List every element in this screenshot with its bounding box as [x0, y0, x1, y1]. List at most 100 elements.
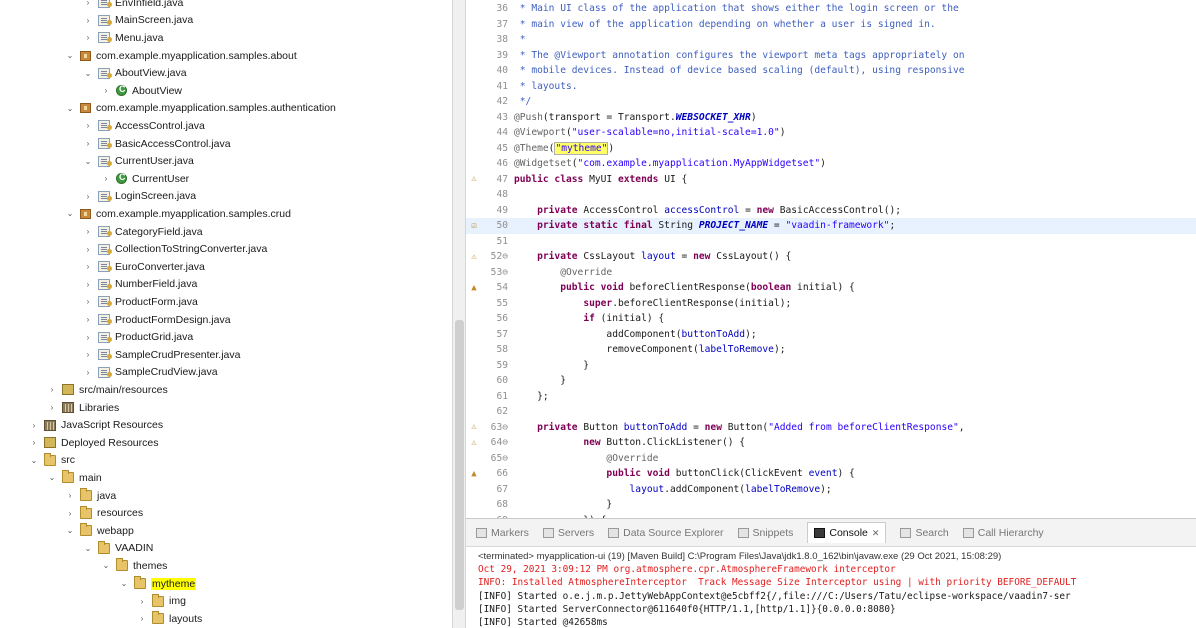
chevron-right-icon[interactable]: › — [82, 262, 94, 271]
chevron-right-icon[interactable]: › — [28, 421, 40, 430]
tree-item[interactable]: ⌄ com.example.myapplication.samples.authe… — [64, 100, 336, 118]
code-line[interactable]: 38 * — [466, 32, 1196, 48]
tree-item[interactable]: ⌄ main — [46, 469, 102, 487]
chevron-right-icon[interactable]: › — [82, 33, 94, 42]
tree-item[interactable]: › ProductForm.java — [82, 293, 198, 311]
tree-item[interactable]: › NumberField.java — [82, 276, 198, 294]
tree-item[interactable]: › SampleCrudView.java — [82, 364, 218, 382]
chevron-right-icon[interactable]: › — [28, 438, 40, 447]
tree-item[interactable]: › Menu.java — [82, 29, 164, 47]
chevron-right-icon[interactable]: › — [82, 315, 94, 324]
chevron-down-icon[interactable]: ⌄ — [82, 157, 94, 166]
chevron-down-icon[interactable]: ⌄ — [64, 104, 76, 113]
code-line[interactable]: 43 @Push(transport = Transport.WEBSOCKET_… — [466, 110, 1196, 126]
chevron-right-icon[interactable]: › — [46, 403, 58, 412]
warning-marker-icon[interactable]: ⚠ — [466, 438, 482, 448]
chevron-down-icon[interactable]: ⌄ — [64, 51, 76, 60]
tab-console[interactable]: Console ✕ — [807, 522, 887, 543]
warning-marker-icon[interactable]: ▲ — [466, 283, 482, 293]
code-line[interactable]: 60 } — [466, 373, 1196, 389]
chevron-right-icon[interactable]: › — [82, 16, 94, 25]
code-editor[interactable]: 36 * Main UI class of the application th… — [466, 0, 1196, 518]
chevron-down-icon[interactable]: ⌄ — [100, 561, 112, 570]
warning-marker-icon[interactable]: ⚠ — [466, 174, 482, 184]
tree-item[interactable]: › Libraries — [46, 399, 120, 417]
warning-marker-icon[interactable]: ⚠ — [466, 252, 482, 262]
chevron-down-icon[interactable]: ⌄ — [46, 473, 58, 482]
chevron-down-icon[interactable]: ⌄ — [28, 456, 40, 465]
tree-item[interactable]: › CurrentUser — [100, 170, 190, 188]
tree-item[interactable]: › LoginScreen.java — [82, 188, 196, 206]
tree-item[interactable]: ⌄ src — [28, 452, 75, 470]
chevron-right-icon[interactable]: › — [100, 86, 112, 95]
chevron-right-icon[interactable]: › — [82, 280, 94, 289]
code-line[interactable]: 39 * The @Viewport annotation configures… — [466, 48, 1196, 64]
code-line[interactable]: 53⊖ @Override — [466, 265, 1196, 281]
code-line[interactable]: 40 * mobile devices. Instead of device b… — [466, 63, 1196, 79]
code-line[interactable]: 55 super.beforeClientResponse(initial); — [466, 296, 1196, 312]
code-line[interactable]: 44 @Viewport("user-scalable=no,initial-sc… — [466, 125, 1196, 141]
chevron-right-icon[interactable]: › — [82, 368, 94, 377]
code-line[interactable]: 37 * main view of the application depend… — [466, 17, 1196, 33]
code-line[interactable]: 57 addComponent(buttonToAdd); — [466, 327, 1196, 343]
tree-item[interactable]: › EnvInfield.java — [82, 0, 183, 12]
chevron-down-icon[interactable]: ⌄ — [64, 526, 76, 535]
tree-item[interactable]: › AccessControl.java — [82, 117, 205, 135]
warning-marker-icon[interactable]: ⚠ — [466, 422, 482, 432]
code-line[interactable]: 42 */ — [466, 94, 1196, 110]
tree-item[interactable]: › EuroConverter.java — [82, 258, 205, 276]
chevron-right-icon[interactable]: › — [136, 597, 148, 606]
tree-item[interactable]: ⌄ themes — [100, 557, 167, 575]
code-line[interactable]: ⚠ 52⊖ private CssLayout layout = new CssL… — [466, 249, 1196, 265]
chevron-down-icon[interactable]: ⌄ — [82, 69, 94, 78]
chevron-right-icon[interactable]: › — [82, 139, 94, 148]
chevron-right-icon[interactable]: › — [64, 509, 76, 518]
tab-data-source-explorer[interactable]: Data Source Explorer — [608, 527, 724, 539]
code-line[interactable]: 48 — [466, 187, 1196, 203]
tab-search[interactable]: Search — [900, 527, 949, 539]
warning-marker-icon[interactable]: ▲ — [466, 469, 482, 479]
tree-item[interactable]: › src/main/resources — [46, 381, 168, 399]
chevron-right-icon[interactable]: › — [82, 245, 94, 254]
chevron-right-icon[interactable]: › — [100, 174, 112, 183]
chevron-right-icon[interactable]: › — [82, 227, 94, 236]
code-line[interactable]: 36 * Main UI class of the application th… — [466, 1, 1196, 17]
tree-item[interactable]: › SampleCrudPresenter.java — [82, 346, 241, 364]
tree-item[interactable]: ⌄ webapp — [64, 522, 134, 540]
tree-item[interactable]: › Deployed Resources — [28, 434, 159, 452]
code-line[interactable]: ⚠ 63⊖ private Button buttonToAdd = new Bu… — [466, 420, 1196, 436]
tree-item[interactable]: › MainScreen.java — [82, 12, 194, 30]
code-line[interactable]: ▲ 54 public void beforeClientResponse(boo… — [466, 280, 1196, 296]
code-line[interactable]: 46 @Widgetset("com.example.myapplication.… — [466, 156, 1196, 172]
close-icon[interactable]: ✕ — [872, 528, 880, 539]
tree-item[interactable]: › CollectionToStringConverter.java — [82, 240, 268, 258]
tree-item[interactable]: › BasicAccessControl.java — [82, 135, 231, 153]
code-line[interactable]: 65⊖ @Override — [466, 451, 1196, 467]
tree-item[interactable]: ⌄ com.example.myapplication.samples.about — [64, 47, 297, 65]
chevron-right-icon[interactable]: › — [82, 0, 94, 7]
tree-item[interactable]: › img — [136, 592, 186, 610]
chevron-right-icon[interactable]: › — [82, 297, 94, 306]
chevron-right-icon[interactable]: › — [82, 121, 94, 130]
tree-item[interactable]: › ProductFormDesign.java — [82, 311, 231, 329]
scrollbar-thumb[interactable] — [455, 320, 464, 610]
chevron-right-icon[interactable]: › — [136, 614, 148, 623]
tree-item[interactable]: › java — [64, 487, 116, 505]
code-line[interactable]: 51 — [466, 234, 1196, 250]
code-line[interactable]: ☑ 50 private static final String PROJECT_… — [466, 218, 1196, 234]
tree-item[interactable]: › AboutView — [100, 82, 182, 100]
warning-marker-icon[interactable]: ☑ — [466, 221, 482, 231]
tab-servers[interactable]: Servers — [542, 527, 594, 539]
code-line[interactable]: 59 } — [466, 358, 1196, 374]
code-line[interactable]: 56 if (initial) { — [466, 311, 1196, 327]
tab-call-hierarchy[interactable]: Call Hierarchy — [962, 527, 1044, 539]
code-line[interactable]: 45 @Theme("mytheme") — [466, 141, 1196, 157]
chevron-right-icon[interactable]: › — [64, 491, 76, 500]
code-line[interactable]: 58 removeComponent(labelToRemove); — [466, 342, 1196, 358]
code-line[interactable]: 41 * layouts. — [466, 79, 1196, 95]
code-line[interactable]: 67 layout.addComponent(labelToRemove); — [466, 482, 1196, 498]
tree-item[interactable]: › ProductGrid.java — [82, 328, 194, 346]
tab-markers[interactable]: Markers — [476, 527, 529, 539]
tree-item[interactable]: › CategoryField.java — [82, 223, 203, 241]
tree-item[interactable]: › layouts — [136, 610, 202, 628]
